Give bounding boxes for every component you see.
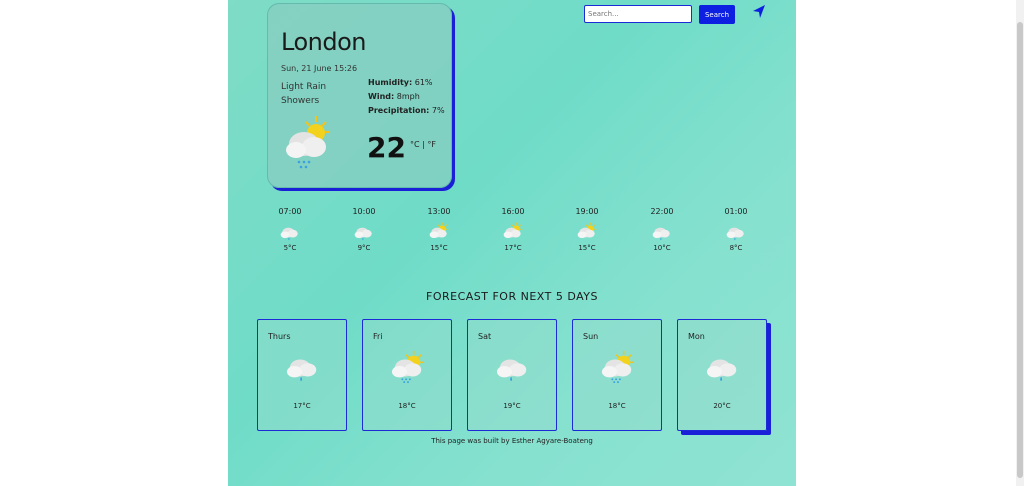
location-arrow-icon[interactable] xyxy=(751,4,767,20)
hourly-item: 16:00 17°C xyxy=(498,207,528,252)
day-temperature: 18°C xyxy=(398,402,416,410)
wind-value: 8mph xyxy=(396,92,420,101)
hourly-item: 01:00 8°C xyxy=(721,207,751,252)
day-temperature: 19°C xyxy=(503,402,521,410)
wind-row: Wind: 8mph xyxy=(368,92,420,101)
humidity-row: Humidity: 61% xyxy=(368,78,433,87)
scrollbar-thumb[interactable] xyxy=(1017,22,1023,478)
hour-time: 19:00 xyxy=(575,207,599,216)
hour-time: 13:00 xyxy=(427,207,451,216)
day-card: Thurs 17°C xyxy=(257,319,347,431)
day-temperature: 20°C xyxy=(713,402,731,410)
hour-time: 10:00 xyxy=(352,207,376,216)
day-name: Mon xyxy=(688,332,705,341)
hourly-item: 07:00 5°C xyxy=(275,207,305,252)
precipitation-value: 7% xyxy=(431,106,445,115)
hourly-item: 19:00 15°C xyxy=(572,207,602,252)
hour-temperature: 15°C xyxy=(430,244,448,252)
cloud-rain-icon xyxy=(647,222,677,242)
sun-cloud-icon xyxy=(572,222,602,242)
weather-details: Humidity: 61% Wind: 8mph Precipitation: … xyxy=(368,76,445,118)
hour-temperature: 15°C xyxy=(578,244,596,252)
hourly-item: 22:00 10°C xyxy=(647,207,677,252)
hour-time: 07:00 xyxy=(278,207,302,216)
day-temperature: 18°C xyxy=(608,402,626,410)
sun-cloud-rain-icon xyxy=(282,114,332,170)
hourly-item: 13:00 15°C xyxy=(424,207,454,252)
cloud-rain-icon xyxy=(275,222,305,242)
hour-time: 16:00 xyxy=(501,207,525,216)
humidity-value: 61% xyxy=(414,78,433,87)
date-time: Sun, 21 June 15:26 xyxy=(281,64,358,73)
hourly-item: 10:00 9°C xyxy=(349,207,379,252)
hour-temperature: 10°C xyxy=(653,244,671,252)
day-name: Sun xyxy=(583,332,599,341)
hour-temperature: 17°C xyxy=(504,244,522,252)
cloud-rain-icon xyxy=(721,222,751,242)
day-card: Sun 18°C xyxy=(572,319,662,431)
hour-temperature: 8°C xyxy=(729,244,743,252)
search-button[interactable]: Search xyxy=(699,5,735,24)
hour-time: 22:00 xyxy=(650,207,674,216)
current-weather-card: London Sun, 21 June 15:26 Light Rain Sho… xyxy=(267,3,452,188)
precipitation-row: Precipitation: 7% xyxy=(368,106,445,115)
cloud-rain-icon xyxy=(349,222,379,242)
unit-toggle[interactable]: °C | °F xyxy=(410,140,436,149)
day-name: Thurs xyxy=(268,332,291,341)
weather-description: Light Rain Showers xyxy=(281,82,327,106)
sun-cloud-icon xyxy=(424,222,454,242)
footer-credit: This page was built by Esther Agyare-Boa… xyxy=(431,437,593,445)
search-input[interactable] xyxy=(584,5,692,23)
forecast-title: FORECAST FOR NEXT 5 DAYS xyxy=(426,290,598,303)
city-name: London xyxy=(281,28,366,56)
hour-temperature: 9°C xyxy=(357,244,371,252)
day-card: Fri 18°C xyxy=(362,319,452,431)
weather-app: Search London Sun, 21 June 15:26 Light R… xyxy=(228,0,796,486)
scrollbar[interactable] xyxy=(1016,0,1024,486)
hour-time: 01:00 xyxy=(724,207,748,216)
hour-temperature: 5°C xyxy=(283,244,297,252)
day-name: Sat xyxy=(478,332,492,341)
sun-cloud-icon xyxy=(498,222,528,242)
day-card: Sat 19°C xyxy=(467,319,557,431)
day-name: Fri xyxy=(373,332,383,341)
current-temperature: 22 xyxy=(367,131,406,164)
day-temperature: 17°C xyxy=(293,402,311,410)
day-card: Mon 20°C xyxy=(677,319,767,431)
